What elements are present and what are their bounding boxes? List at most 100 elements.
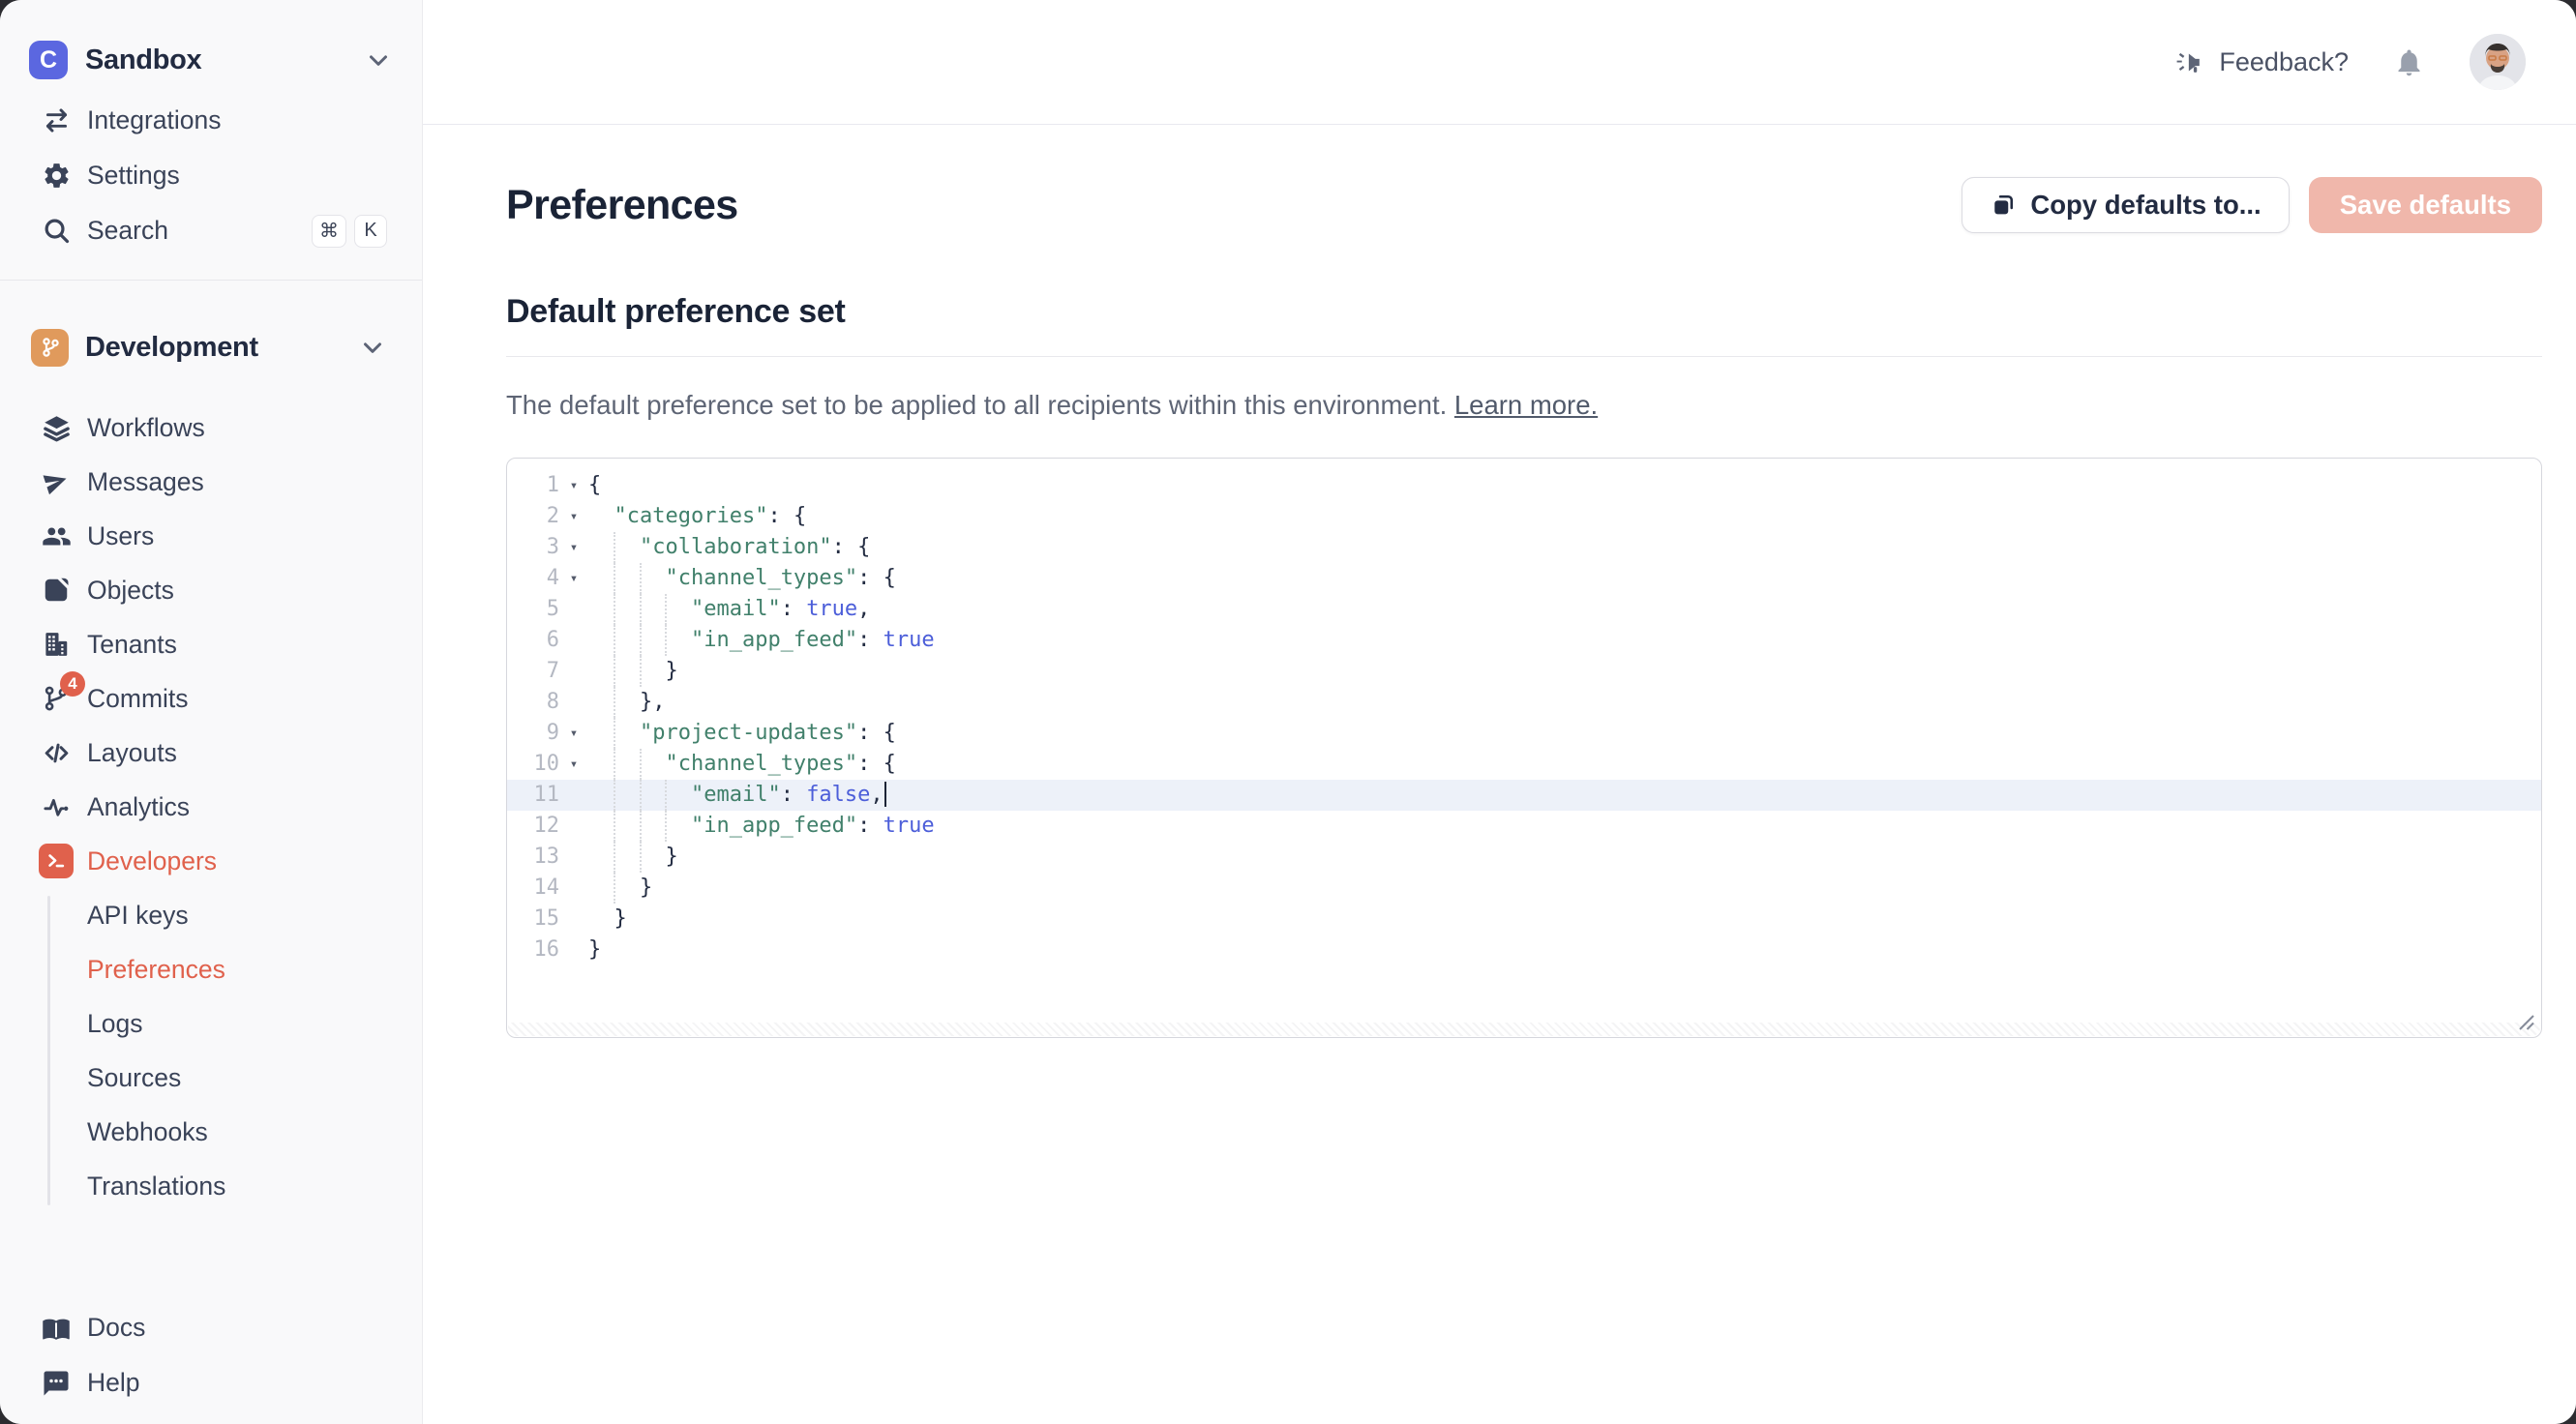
editor-line-6[interactable]: 6 "in_app_feed": true <box>507 625 2541 656</box>
sidebar-item-messages[interactable]: Messages <box>0 455 422 509</box>
environment-name: Development <box>85 332 258 364</box>
sidebar-item-logs[interactable]: Logs <box>0 996 422 1051</box>
indent-guide <box>665 625 667 656</box>
fold-arrow-icon[interactable]: ▾ <box>559 563 588 594</box>
sidebar-item-docs[interactable]: Docs <box>0 1300 422 1355</box>
copy-defaults-button[interactable]: Copy defaults to... <box>1962 177 2289 233</box>
sidebar-item-sources[interactable]: Sources <box>0 1051 422 1105</box>
sidebar-item-settings[interactable]: Settings <box>0 148 422 203</box>
sidebar-item-tenants[interactable]: Tenants <box>0 617 422 671</box>
sidebar-item-integrations[interactable]: Integrations <box>0 93 422 148</box>
avatar[interactable] <box>2470 34 2526 90</box>
editor-line-5[interactable]: 5 "email": true, <box>507 594 2541 625</box>
sidebar-item-developers[interactable]: Developers <box>0 834 422 888</box>
layers-icon <box>39 410 74 445</box>
sidebar-item-users[interactable]: Users <box>0 509 422 563</box>
editor-line-11[interactable]: 11 "email": false, <box>507 780 2541 811</box>
line-number: 14 <box>507 873 559 904</box>
sidebar-item-label: Commits <box>87 684 189 714</box>
git-branch-icon <box>31 329 69 367</box>
code-text: } <box>588 904 2541 934</box>
section-divider <box>506 356 2542 357</box>
editor-line-1[interactable]: 1▾{ <box>507 470 2541 501</box>
sidebar-item-preferences[interactable]: Preferences <box>0 942 422 996</box>
sidebar-item-workflows[interactable]: Workflows <box>0 400 422 455</box>
sidebar-item-objects[interactable]: Objects <box>0 563 422 617</box>
sidebar-item-label: Integrations <box>87 105 221 135</box>
code-text: "email": true, <box>588 594 2541 625</box>
notifications-bell-icon[interactable] <box>2393 46 2425 78</box>
code-text: }, <box>588 687 2541 718</box>
line-number: 7 <box>507 656 559 687</box>
indent-guide <box>640 749 642 780</box>
line-number: 12 <box>507 811 559 842</box>
editor-line-9[interactable]: 9▾ "project-updates": { <box>507 718 2541 749</box>
line-number: 15 <box>507 904 559 934</box>
editor-line-16[interactable]: 16} <box>507 934 2541 965</box>
feedback-button[interactable]: Feedback? <box>2174 47 2349 77</box>
editor-gutter: 14 <box>507 873 588 904</box>
gear-icon <box>39 159 74 193</box>
editor-gutter: 6 <box>507 625 588 656</box>
environment-nav: Workflows Messages Users Objects <box>0 400 422 1213</box>
sidebar-item-translations[interactable]: Translations <box>0 1159 422 1213</box>
indent-guide <box>640 563 642 594</box>
code-icon <box>39 735 74 770</box>
editor-gutter: 8 <box>507 687 588 718</box>
fold-arrow-icon[interactable]: ▾ <box>559 501 588 532</box>
editor-line-13[interactable]: 13 } <box>507 842 2541 873</box>
editor-line-10[interactable]: 10▾ "channel_types": { <box>507 749 2541 780</box>
indent-guide <box>614 687 615 718</box>
environment-switcher[interactable]: Development <box>31 319 387 375</box>
editor-line-7[interactable]: 7 } <box>507 656 2541 687</box>
sidebar-divider <box>0 280 422 281</box>
editor-line-8[interactable]: 8 }, <box>507 687 2541 718</box>
indent-guide <box>614 594 615 625</box>
commit-icon: 4 <box>39 681 74 716</box>
editor-gutter: 13 <box>507 842 588 873</box>
sidebar-item-analytics[interactable]: Analytics <box>0 780 422 834</box>
sidebar-item-search[interactable]: Search ⌘ K <box>0 203 422 258</box>
indent-guide <box>640 656 642 687</box>
sidebar-item-webhooks[interactable]: Webhooks <box>0 1105 422 1159</box>
sidebar-item-label: Help <box>87 1368 140 1398</box>
fold-arrow-icon[interactable]: ▾ <box>559 718 588 749</box>
editor-gutter: 11 <box>507 780 588 811</box>
json-editor[interactable]: 1▾{2▾ "categories": {3▾ "collaboration":… <box>506 458 2542 1038</box>
line-number: 6 <box>507 625 559 656</box>
editor-line-14[interactable]: 14 } <box>507 873 2541 904</box>
sidebar-item-help[interactable]: Help <box>0 1355 422 1410</box>
commits-badge: 4 <box>60 671 85 697</box>
indent-guide <box>665 811 667 842</box>
fold-arrow-icon[interactable]: ▾ <box>559 532 588 563</box>
sidebar-item-layouts[interactable]: Layouts <box>0 726 422 780</box>
chevron-down-icon <box>364 45 393 74</box>
line-number: 2 <box>507 501 559 532</box>
save-defaults-button[interactable]: Save defaults <box>2309 177 2542 233</box>
line-number: 9 <box>507 718 559 749</box>
workspace-switcher[interactable]: C Sandbox <box>29 33 393 87</box>
indent-guide <box>665 780 667 811</box>
search-icon <box>39 214 74 249</box>
sidebar-item-label: Analytics <box>87 792 190 822</box>
workspace-logo: C <box>29 41 68 79</box>
editor-line-12[interactable]: 12 "in_app_feed": true <box>507 811 2541 842</box>
sidebar-item-label: Developers <box>87 846 217 876</box>
learn-more-link[interactable]: Learn more. <box>1454 390 1598 420</box>
editor-line-3[interactable]: 3▾ "collaboration": { <box>507 532 2541 563</box>
editor-line-4[interactable]: 4▾ "channel_types": { <box>507 563 2541 594</box>
editor-line-15[interactable]: 15 } <box>507 904 2541 934</box>
integrations-icon <box>39 104 74 138</box>
editor-gutter: 16 <box>507 934 588 965</box>
editor-line-2[interactable]: 2▾ "categories": { <box>507 501 2541 532</box>
editor-resize-handle[interactable] <box>2513 1009 2536 1032</box>
sidebar-bottom-nav: Docs Help <box>0 1300 422 1410</box>
fold-arrow-icon[interactable]: ▾ <box>559 749 588 780</box>
sidebar-item-commits[interactable]: 4 Commits <box>0 671 422 726</box>
sidebar-item-api-keys[interactable]: API keys <box>0 888 422 942</box>
sub-item-label: Logs <box>87 1009 142 1039</box>
fold-arrow-empty <box>559 811 588 842</box>
cube-icon <box>39 573 74 608</box>
fold-arrow-icon[interactable]: ▾ <box>559 470 588 501</box>
sub-item-label: Translations <box>87 1172 225 1202</box>
